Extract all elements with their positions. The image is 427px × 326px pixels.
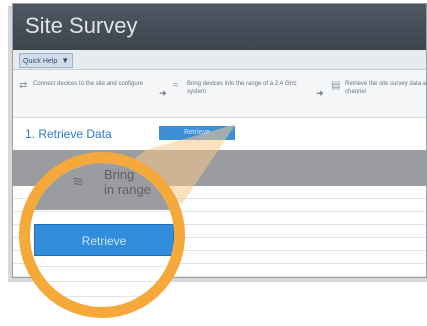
menu-bar: Quick Help ▼ [13,50,426,70]
magnified-table-header: ≋ Bring in range [30,163,174,210]
retrieve-small-button[interactable]: Retrieve [159,126,235,140]
step-text: Bring devices into the range of a 2.4 GH… [187,81,297,95]
divider [30,211,174,212]
magnifier-callout: ≋ Bring in range Retrieve [19,152,185,318]
magnified-header-line2: in range [104,182,151,197]
title-bar: Site Survey [13,4,426,50]
divider [30,281,174,282]
retrieve-row: 1. Retrieve Data Retrieve [13,118,426,148]
magnified-header-line1: Bring [104,167,135,182]
window-title: Site Survey [25,13,138,38]
divider [30,266,174,267]
quick-help-dropdown[interactable]: Quick Help ▼ [19,53,74,68]
magnified-header-text: Bring in range [104,167,151,197]
quick-help-label: Quick Help [23,58,58,65]
arrow-right-icon: ➜ [159,88,167,98]
divider [30,296,174,297]
signal-icon: ≈ [173,80,179,91]
retrieve-data-link[interactable]: 1. Retrieve Data [25,127,112,141]
caret-down-icon: ▼ [61,56,70,65]
steps-bar: ⇄ Connect devices to the site and config… [13,70,426,118]
column-header [17,156,19,165]
retrieve-button[interactable]: Retrieve [34,224,174,256]
signal-icon: ≋ [72,173,84,189]
graph-icon: ▤ [331,80,341,91]
arrow-right-icon: ➜ [316,88,324,98]
step-text: Connect devices to the site and configur… [33,81,144,87]
step-text: Retrieve the site survey data and select… [345,81,427,95]
plug-icon: ⇄ [19,80,28,91]
